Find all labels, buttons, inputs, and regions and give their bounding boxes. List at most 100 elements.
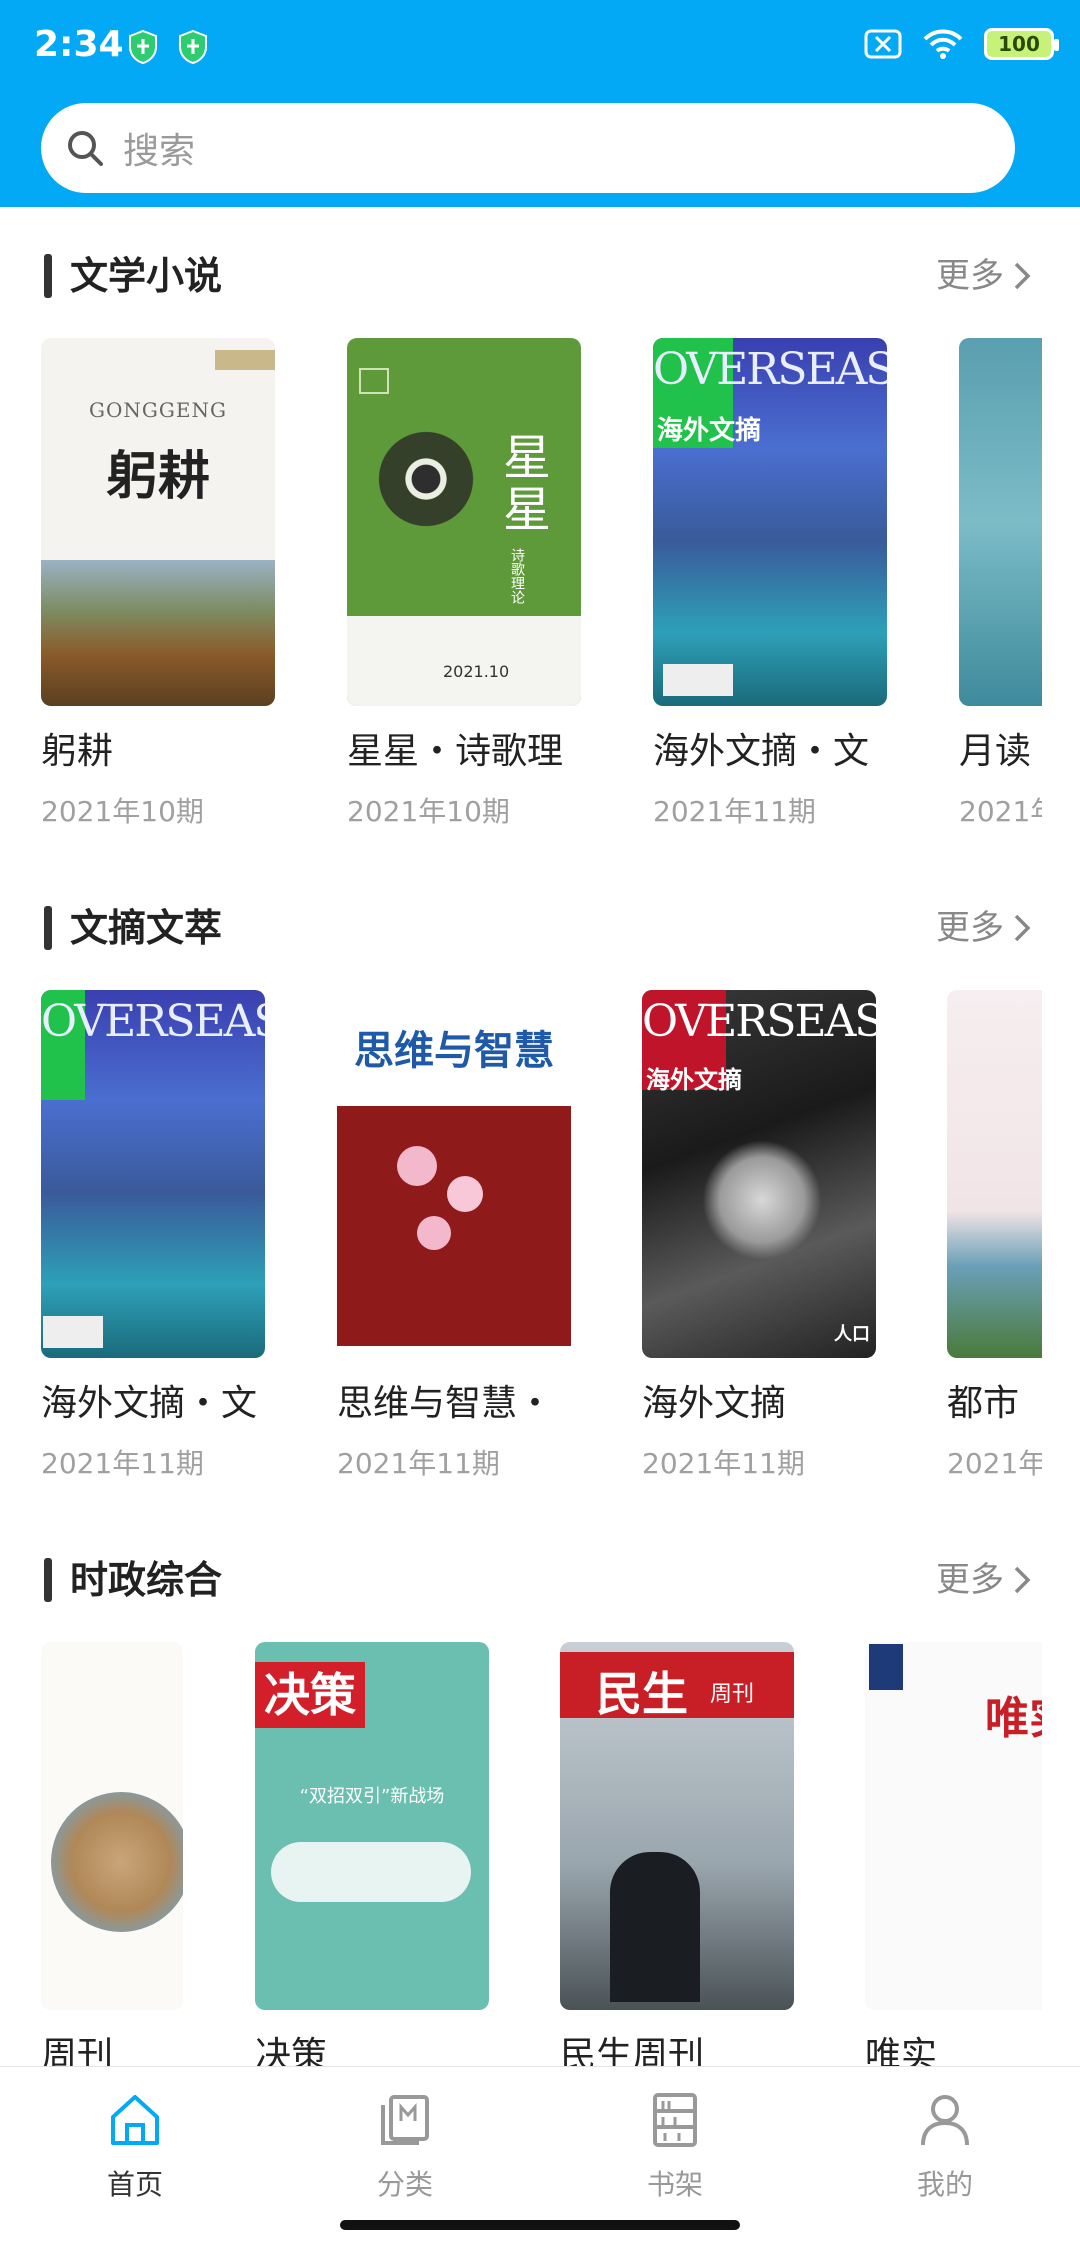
book-issue: 2021年10期 xyxy=(41,795,204,828)
book-title: 都市 xyxy=(947,1383,1020,1424)
book-row: GONGGENG 躬耕 躬耕 2021年10期 星星 诗歌理论 2021.10 … xyxy=(41,338,1042,850)
cover-issue: 2021.10 xyxy=(443,662,510,681)
cover-image xyxy=(51,1792,183,1932)
book-cover[interactable] xyxy=(947,990,1042,1358)
status-icons: 100 xyxy=(864,28,1059,60)
cover-image xyxy=(371,424,481,534)
cover-barcode xyxy=(663,664,733,696)
home-icon xyxy=(111,2095,159,2145)
chevron-right-icon xyxy=(1014,914,1031,942)
book-cover[interactable]: 决策 “双招双引”新战场 xyxy=(255,1642,489,2010)
cover-tag xyxy=(215,350,275,370)
book-card[interactable]: 都市 2021年 xyxy=(947,990,1042,1482)
cover-footer: 2021.10 xyxy=(347,616,581,706)
app-header: 2:34 100 搜索 xyxy=(0,0,1080,207)
cover-image xyxy=(610,1852,700,2002)
search-input[interactable]: 搜索 xyxy=(123,122,195,174)
more-label: 更多 xyxy=(936,908,1004,948)
nav-profile[interactable]: 我的 xyxy=(875,2089,1015,2203)
cover-logo xyxy=(359,368,389,394)
cover-tag xyxy=(869,1644,903,1690)
cover-title: 海外文摘 xyxy=(657,416,762,446)
nav-label: 分类 xyxy=(376,2168,433,2201)
more-button[interactable]: 更多 xyxy=(936,254,1032,298)
more-label: 更多 xyxy=(936,1560,1004,1600)
nav-category[interactable]: 分类 xyxy=(335,2089,475,2203)
book-issue: 2021年11期 xyxy=(642,1447,805,1480)
book-cover[interactable]: OVERSEAS 海外文摘 xyxy=(653,338,887,706)
cover-title: 思维与智慧 xyxy=(354,1027,554,1074)
section-politics: 时政综合 更多 周刊 决策 “双招双引”新战场 决策 民生 周刊 民生周刊 唯 … xyxy=(0,1514,1080,2066)
book-title: 海外文摘・文 xyxy=(653,731,870,772)
book-cover[interactable]: 唯实 xyxy=(865,1642,1042,2010)
profile-icon xyxy=(921,2095,969,2146)
shield-icon xyxy=(179,30,207,64)
search-bar[interactable]: 搜索 xyxy=(41,103,1015,193)
cover-title: 躬耕 xyxy=(105,446,210,507)
section-marker xyxy=(44,1558,52,1602)
book-issue: 2021年11期 xyxy=(41,1447,204,1480)
section-marker xyxy=(44,254,52,298)
book-cover[interactable]: 星星 诗歌理论 2021.10 xyxy=(347,338,581,706)
cover-blossom xyxy=(447,1176,483,1212)
book-card[interactable]: 思维与智慧 思维与智慧・ 2021年11期 xyxy=(337,990,571,1482)
cover-image xyxy=(702,1140,822,1260)
more-label: 更多 xyxy=(936,256,1004,296)
book-row: 周刊 决策 “双招双引”新战场 决策 民生 周刊 民生周刊 唯实 xyxy=(41,1642,1042,2066)
book-cover[interactable]: OVERSEAS xyxy=(41,990,265,1358)
cover-subtitle: 诗歌理论 xyxy=(509,548,525,604)
nav-bookshelf[interactable]: 书架 xyxy=(605,2089,745,2203)
cover-title: 唯实 xyxy=(985,1693,1042,1744)
nav-label: 我的 xyxy=(916,2168,973,2201)
book-cover[interactable]: GONGGENG 躬耕 xyxy=(41,338,275,706)
book-cover[interactable] xyxy=(41,1642,183,2010)
more-button[interactable]: 更多 xyxy=(936,1558,1032,1602)
nav-label: 书架 xyxy=(646,2168,703,2201)
book-card[interactable]: GONGGENG 躬耕 躬耕 2021年10期 xyxy=(41,338,275,830)
cover-title: 海外文摘 xyxy=(646,1066,742,1094)
wifi-icon xyxy=(923,29,963,59)
cover-brand: OVERSEAS xyxy=(653,344,887,395)
book-title: 星星・诗歌理 xyxy=(347,731,564,772)
book-card[interactable]: OVERSEAS 海外文摘・文 2021年11期 xyxy=(41,990,265,1482)
book-card[interactable]: 星星 诗歌理论 2021.10 星星・诗歌理 2021年10期 xyxy=(347,338,581,830)
book-card[interactable]: 月读 2021年 xyxy=(959,338,1042,830)
book-cover[interactable]: OVERSEAS 海外文摘 人口 xyxy=(642,990,876,1358)
cover-title: 决策 xyxy=(255,1662,365,1728)
cover-image xyxy=(41,560,275,706)
book-issue: 2021年 xyxy=(947,1447,1042,1480)
book-card[interactable]: OVERSEAS 海外文摘 人口 海外文摘 2021年11期 xyxy=(642,990,876,1482)
shield-icon xyxy=(129,30,157,64)
book-card[interactable]: 唯实 唯实 xyxy=(865,1642,1042,2066)
book-title: 海外文摘・文 xyxy=(41,1383,258,1424)
chevron-right-icon xyxy=(1014,262,1031,290)
section-marker xyxy=(44,906,52,950)
book-title: 思维与智慧・ xyxy=(337,1383,554,1424)
book-card[interactable]: OVERSEAS 海外文摘 海外文摘・文 2021年11期 xyxy=(653,338,887,830)
book-card[interactable]: 周刊 xyxy=(41,1642,183,2066)
book-title: 唯实 xyxy=(865,2035,938,2066)
book-title: 躬耕 xyxy=(41,731,114,772)
book-cover[interactable]: 民生 周刊 xyxy=(560,1642,794,2010)
cover-blossom xyxy=(397,1146,437,1186)
book-card[interactable]: 决策 “双招双引”新战场 决策 xyxy=(255,1642,489,2066)
more-button[interactable]: 更多 xyxy=(936,906,1032,950)
home-indicator xyxy=(340,2220,740,2230)
bookshelf-icon xyxy=(653,2093,697,2147)
book-issue: 2021年11期 xyxy=(337,1447,500,1480)
book-cover[interactable]: 思维与智慧 xyxy=(337,990,571,1358)
cover-barcode xyxy=(43,1316,103,1348)
cover-title: 星星 xyxy=(503,430,552,538)
status-time: 2:34 xyxy=(34,24,124,65)
battery-icon: 100 xyxy=(984,28,1059,60)
book-cover[interactable] xyxy=(959,338,1042,706)
nav-home[interactable]: 首页 xyxy=(65,2089,205,2203)
sim-off-icon xyxy=(864,29,902,59)
book-title: 海外文摘 xyxy=(642,1383,787,1424)
book-issue: 2021年11期 xyxy=(653,795,816,828)
book-card[interactable]: 民生 周刊 民生周刊 xyxy=(560,1642,794,2066)
section-title: 时政综合 xyxy=(70,1558,223,1602)
cover-title: 民生 xyxy=(596,1667,688,1721)
cover-image xyxy=(337,1106,571,1346)
book-title: 决策 xyxy=(255,2035,328,2066)
